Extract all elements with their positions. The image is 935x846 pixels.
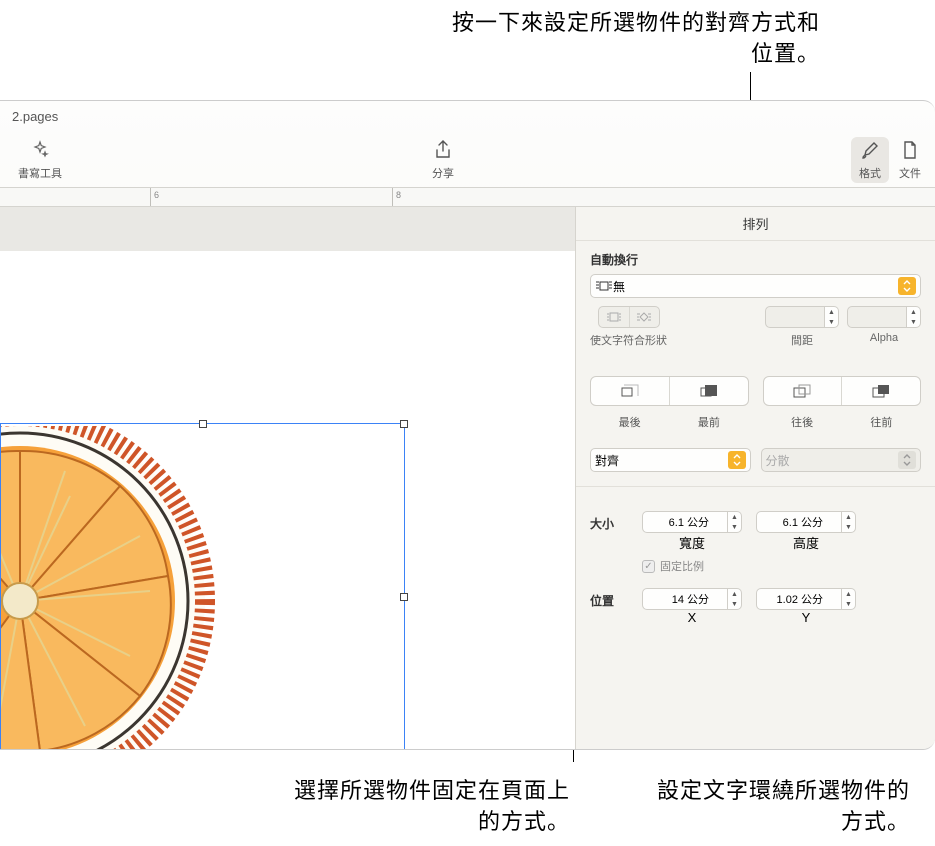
fit-shape-segment: 使文字符合形狀 — [590, 306, 667, 348]
alpha-field: ▲▼ Alpha — [847, 306, 921, 344]
document-canvas[interactable] — [0, 207, 575, 750]
width-stepper[interactable]: ▲▼ — [728, 511, 742, 533]
resize-handle[interactable] — [400, 420, 408, 428]
ruler-tick: 8 — [392, 188, 401, 206]
bring-forward-button[interactable] — [841, 377, 920, 405]
resize-handle[interactable] — [199, 420, 207, 428]
selection-frame[interactable] — [0, 423, 405, 750]
inspector-panel: 排列 自動換行 無 使文字符合形狀 — [575, 207, 935, 750]
app-window: 2.pages 書寫工具 分享 格式 文件 6 8 — [0, 100, 935, 750]
x-stepper[interactable]: ▲▼ — [728, 588, 742, 610]
wrap-dropdown[interactable]: 無 — [590, 274, 921, 298]
checkbox-icon: ✓ — [642, 560, 655, 573]
share-button[interactable]: 分享 — [432, 139, 454, 181]
align-dropdown[interactable]: 對齊 — [590, 448, 751, 472]
toolbar: 書寫工具 分享 格式 文件 — [0, 133, 935, 187]
alpha-label: Alpha — [870, 332, 898, 344]
height-input[interactable] — [756, 511, 842, 533]
layer-label: 往後 — [763, 414, 842, 430]
ruler-tick: 6 — [150, 188, 159, 206]
writing-tools-button[interactable]: 書寫工具 — [18, 139, 62, 181]
toolbar-label: 書寫工具 — [18, 165, 62, 181]
position-label: 位置 — [590, 588, 628, 609]
toolbar-label: 分享 — [432, 165, 454, 181]
layer-controls — [590, 376, 921, 406]
spacing-field: ▲▼ 間距 — [765, 306, 839, 348]
lock-ratio-checkbox[interactable]: ✓固定比例 — [642, 558, 921, 574]
layer-label: 最前 — [669, 414, 748, 430]
x-input[interactable] — [642, 588, 728, 610]
dropdown-value: 無 — [613, 278, 625, 295]
page — [0, 251, 575, 750]
share-icon — [432, 139, 454, 161]
paintbrush-icon — [859, 139, 881, 161]
spacing-label: 間距 — [791, 332, 813, 348]
bring-to-front-button[interactable] — [669, 377, 748, 405]
toolbar-label: 文件 — [899, 165, 921, 181]
ruler: 6 8 — [0, 187, 935, 207]
wrap-label: 自動換行 — [590, 251, 921, 268]
dropdown-value: 對齊 — [595, 452, 619, 469]
window-title: 2.pages — [0, 101, 935, 133]
dropdown-value: 分散 — [766, 452, 790, 469]
send-to-back-button[interactable] — [591, 377, 669, 405]
document-icon — [899, 139, 921, 161]
document-button[interactable]: 文件 — [899, 139, 921, 181]
size-label: 大小 — [590, 511, 628, 532]
width-label: 寬度 — [642, 533, 742, 552]
fit-rect-icon — [599, 307, 629, 327]
send-backward-button[interactable] — [764, 377, 842, 405]
y-input[interactable] — [756, 588, 842, 610]
callout-bottom-left: 選擇所選物件固定在頁面上的方式。 — [290, 776, 570, 838]
x-label: X — [642, 610, 742, 625]
y-stepper[interactable]: ▲▼ — [842, 588, 856, 610]
chevron-updown-icon — [728, 451, 746, 469]
callout-top: 按一下來設定所選物件的對齊方式和位置。 — [430, 8, 820, 70]
alpha-input — [847, 306, 907, 328]
chevron-updown-icon — [898, 277, 916, 295]
fit-shape-icon — [629, 307, 659, 327]
distribute-dropdown: 分散 — [761, 448, 922, 472]
spacing-input — [765, 306, 825, 328]
layer-label: 最後 — [590, 414, 669, 430]
toolbar-label: 格式 — [859, 165, 881, 181]
layer-label: 往前 — [842, 414, 921, 430]
callout-bottom-right: 設定文字環繞所選物件的方式。 — [650, 776, 910, 838]
sparkle-icon — [29, 139, 51, 161]
fit-shape-label: 使文字符合形狀 — [590, 332, 667, 348]
height-stepper[interactable]: ▲▼ — [842, 511, 856, 533]
width-input[interactable] — [642, 511, 728, 533]
y-label: Y — [756, 610, 856, 625]
inspector-tab-arrange[interactable]: 排列 — [576, 207, 935, 241]
wrap-none-icon — [595, 280, 613, 292]
format-button[interactable]: 格式 — [851, 137, 889, 183]
resize-handle[interactable] — [400, 593, 408, 601]
chevron-updown-icon — [898, 451, 916, 469]
height-label: 高度 — [756, 533, 856, 552]
